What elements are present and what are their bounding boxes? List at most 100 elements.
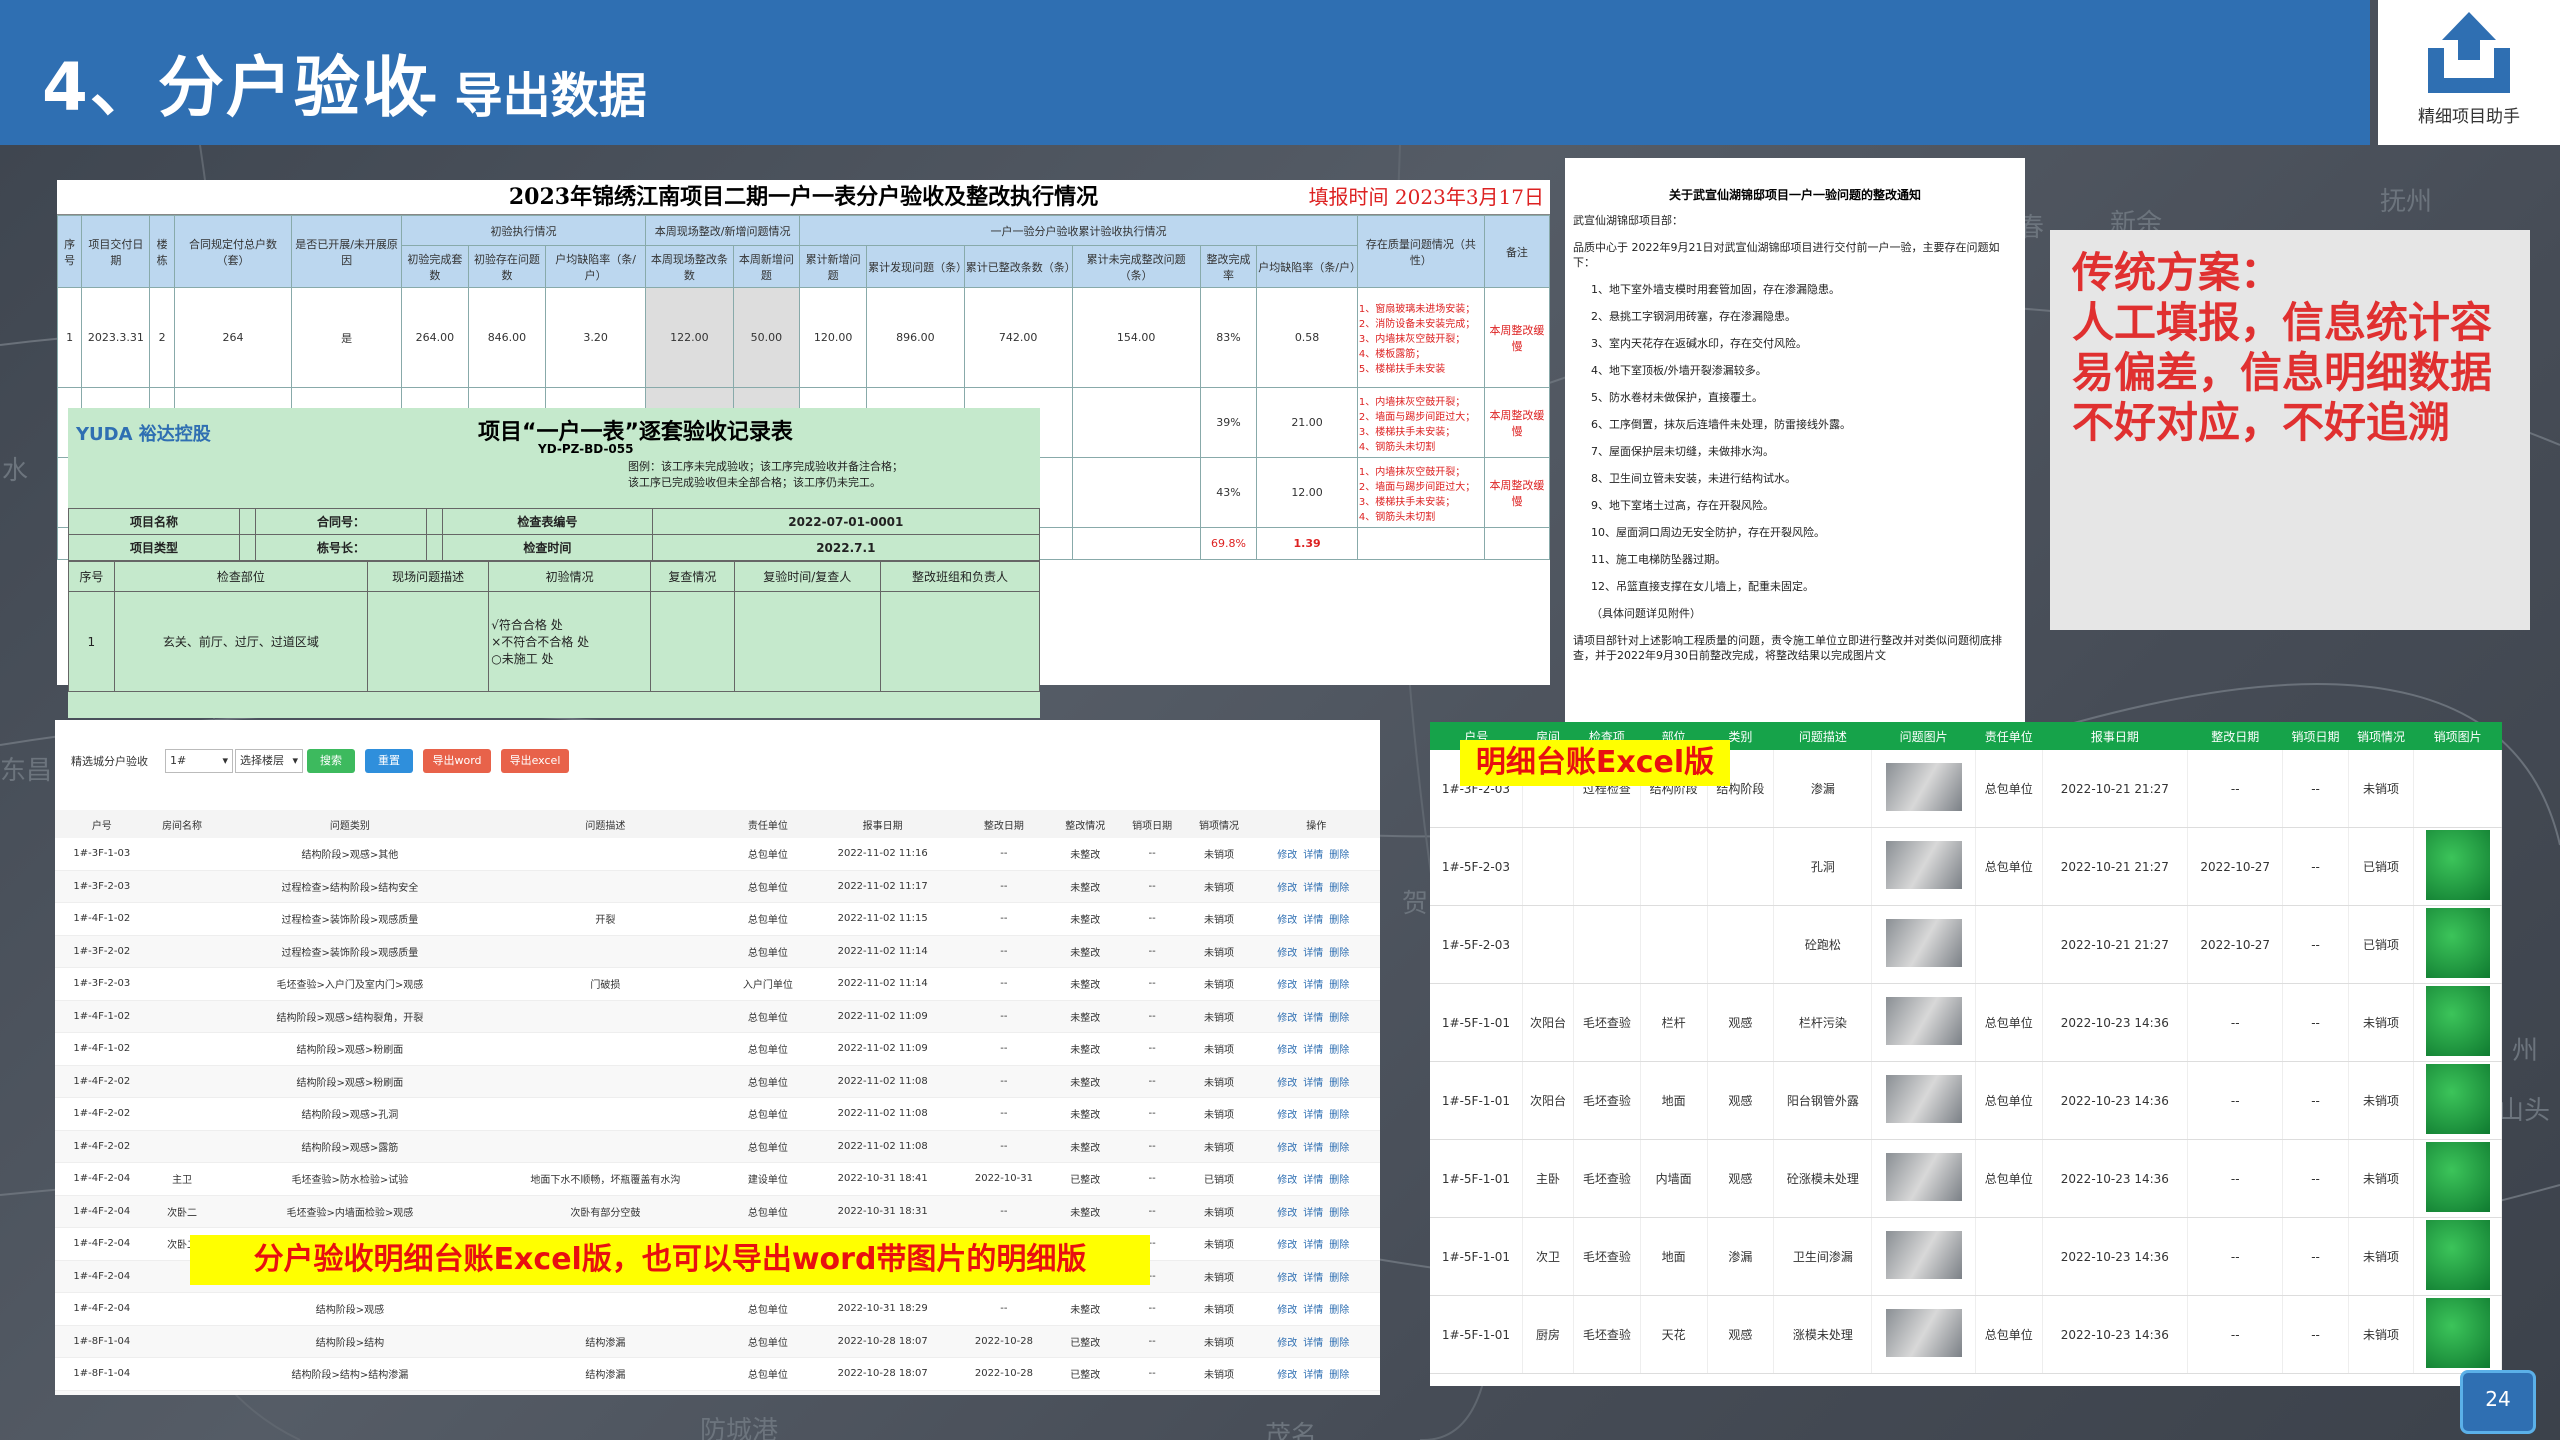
cell xyxy=(1640,827,1708,906)
detail-link[interactable]: 详情 xyxy=(1303,1305,1323,1316)
detail-link[interactable]: 详情 xyxy=(1303,883,1323,894)
delete-link[interactable]: 删除 xyxy=(1329,1110,1349,1121)
cell: 毛坯查验 xyxy=(1573,1217,1641,1296)
detail-link[interactable]: 详情 xyxy=(1303,850,1323,861)
cell: 总包单位 xyxy=(1975,1061,2043,1140)
detail-link[interactable]: 详情 xyxy=(1303,1338,1323,1349)
delete-link[interactable]: 删除 xyxy=(1329,1078,1349,1089)
detail-link[interactable]: 详情 xyxy=(1303,1175,1323,1186)
detail-link[interactable]: 详情 xyxy=(1303,1370,1323,1381)
notice-item: 7、屋面保护层未切缝，未做排水沟。 xyxy=(1591,445,1774,458)
cell: 已销项 xyxy=(1185,1162,1253,1196)
cell: 1#-8F-1-04 xyxy=(55,1390,149,1395)
delete-link[interactable]: 删除 xyxy=(1329,1013,1349,1024)
edit-link[interactable]: 修改 xyxy=(1277,1240,1297,1251)
delete-link[interactable]: 删除 xyxy=(1329,948,1349,959)
edit-link[interactable]: 修改 xyxy=(1277,980,1297,991)
notice-item: 10、屋面洞口周边无安全防护，存在开裂风险。 xyxy=(1591,526,1825,539)
export-word-button[interactable]: 导出word xyxy=(423,749,491,773)
cell: 2022-11-02 11:17 xyxy=(809,870,957,903)
cell: 69.8% xyxy=(1199,527,1258,560)
cell: 毛坯查验>入户门及室内门>观感 xyxy=(215,967,485,1001)
row-actions: 修改详情删除 xyxy=(1252,1130,1380,1163)
edit-link[interactable]: 修改 xyxy=(1277,915,1297,926)
edit-link[interactable]: 修改 xyxy=(1277,1013,1297,1024)
cell: 2022-11-02 11:15 xyxy=(809,902,957,936)
export-excel-button[interactable]: 导出excel xyxy=(501,749,569,773)
edit-link[interactable]: 修改 xyxy=(1277,1078,1297,1089)
cell xyxy=(148,1292,216,1326)
cell: 总包单位 xyxy=(726,1390,810,1395)
edit-link[interactable]: 修改 xyxy=(1277,1045,1297,1056)
cell: 入户门单位 xyxy=(726,967,810,1001)
record-form-note: 图例：该工序未完成验收；该工序完成验收并备注合格； 该工序已完成验收但未全部合格… xyxy=(628,460,903,489)
reset-button[interactable]: 重置 xyxy=(365,749,413,773)
delete-link[interactable]: 删除 xyxy=(1329,1273,1349,1284)
detail-link[interactable]: 详情 xyxy=(1303,1208,1323,1219)
record-form-detail: 序号 检查部位 现场问题描述 初验情况 复查情况 复验时间/复查人 整改班组和负… xyxy=(68,561,1040,692)
delete-link[interactable]: 删除 xyxy=(1329,1175,1349,1186)
delete-link[interactable]: 删除 xyxy=(1329,915,1349,926)
edit-link[interactable]: 修改 xyxy=(1277,1273,1297,1284)
delete-link[interactable]: 删除 xyxy=(1329,1045,1349,1056)
edit-link[interactable]: 修改 xyxy=(1277,1370,1297,1381)
table-row: 1#-8F-1-04 结构阶段>结构 结构渗漏 总包单位 2022-10-28 18:0… xyxy=(55,1325,1380,1358)
page-number: 24 xyxy=(2460,1370,2536,1434)
col-header: 整改日期 xyxy=(956,810,1052,838)
cell xyxy=(238,508,257,535)
cell: -- xyxy=(1118,1032,1186,1066)
problem-photo xyxy=(1885,1075,1962,1123)
detail-link[interactable]: 详情 xyxy=(1303,1273,1323,1284)
delete-link[interactable]: 删除 xyxy=(1329,1338,1349,1349)
detail-link[interactable]: 详情 xyxy=(1303,1110,1323,1121)
cell xyxy=(148,1065,216,1098)
cell xyxy=(1975,905,2043,984)
edit-link[interactable]: 修改 xyxy=(1277,948,1297,959)
cell: 1#-5F-2-03 xyxy=(1430,905,1523,984)
col-header: 复查情况 xyxy=(650,561,735,592)
edit-link[interactable]: 修改 xyxy=(1277,883,1297,894)
edit-link[interactable]: 修改 xyxy=(1277,1338,1297,1349)
cell: 毛坯查验 xyxy=(1573,1295,1641,1374)
detail-link[interactable]: 详情 xyxy=(1303,1143,1323,1154)
cell: 2022-10-21 21:27 xyxy=(2042,750,2189,828)
delete-link[interactable]: 删除 xyxy=(1329,1208,1349,1219)
edit-link[interactable]: 修改 xyxy=(1277,1305,1297,1316)
cell: 1#-5F-1-01 xyxy=(1430,1139,1523,1218)
edit-link[interactable]: 修改 xyxy=(1277,850,1297,861)
edit-link[interactable]: 修改 xyxy=(1277,1110,1297,1121)
problem-photo xyxy=(1885,997,1962,1045)
cell: 门破损 xyxy=(484,967,727,1001)
cell: 1#-4F-1-02 xyxy=(55,902,149,936)
table-row: 1#-5F-2-03 砼跑松 2022-10-21 21:27 2022-10-27-… xyxy=(1430,905,2502,984)
detail-link[interactable]: 详情 xyxy=(1303,1240,1323,1251)
detail-link[interactable]: 详情 xyxy=(1303,1013,1323,1024)
delete-link[interactable]: 删除 xyxy=(1329,850,1349,861)
cell: 次卧有部分空鼓 xyxy=(484,1195,727,1228)
detail-link[interactable]: 详情 xyxy=(1303,915,1323,926)
delete-link[interactable]: 删除 xyxy=(1329,1143,1349,1154)
table-row: 1#-5F-1-01 主卧 毛坯查验 内墙面 观感 砼涨模未处理 总包单位 2022-10-2… xyxy=(1430,1139,2502,1218)
cell: 过程检查>装饰阶段>观感质量 xyxy=(215,902,485,936)
edit-link[interactable]: 修改 xyxy=(1277,1175,1297,1186)
delete-link[interactable]: 删除 xyxy=(1329,1305,1349,1316)
delete-link[interactable]: 删除 xyxy=(1329,883,1349,894)
record-form-code: YD-PZ-BD-055 xyxy=(538,442,634,456)
detail-link[interactable]: 详情 xyxy=(1303,1078,1323,1089)
col-header: 本周现场整改条数 xyxy=(645,245,734,288)
table-row: 1#-8F-1-04 结构阶段>结构结构孔洞总包单位2022-10-28 18:0… xyxy=(55,1390,1380,1395)
delete-link[interactable]: 删除 xyxy=(1329,980,1349,991)
floor-select[interactable]: 选择楼层 ▾ xyxy=(235,749,303,773)
problem-photo-cell xyxy=(1871,983,1976,1062)
cell: 结构阶段>观感>结构裂角，开裂 xyxy=(215,1000,485,1033)
building-select[interactable]: 1# ▾ xyxy=(165,749,233,773)
map-label: 防城港 xyxy=(700,1416,779,1440)
delete-link[interactable]: 删除 xyxy=(1329,1370,1349,1381)
delete-link[interactable]: 删除 xyxy=(1329,1240,1349,1251)
detail-link[interactable]: 详情 xyxy=(1303,980,1323,991)
edit-link[interactable]: 修改 xyxy=(1277,1208,1297,1219)
detail-link[interactable]: 详情 xyxy=(1303,1045,1323,1056)
detail-link[interactable]: 详情 xyxy=(1303,948,1323,959)
search-button[interactable]: 搜索 xyxy=(307,749,355,773)
edit-link[interactable]: 修改 xyxy=(1277,1143,1297,1154)
